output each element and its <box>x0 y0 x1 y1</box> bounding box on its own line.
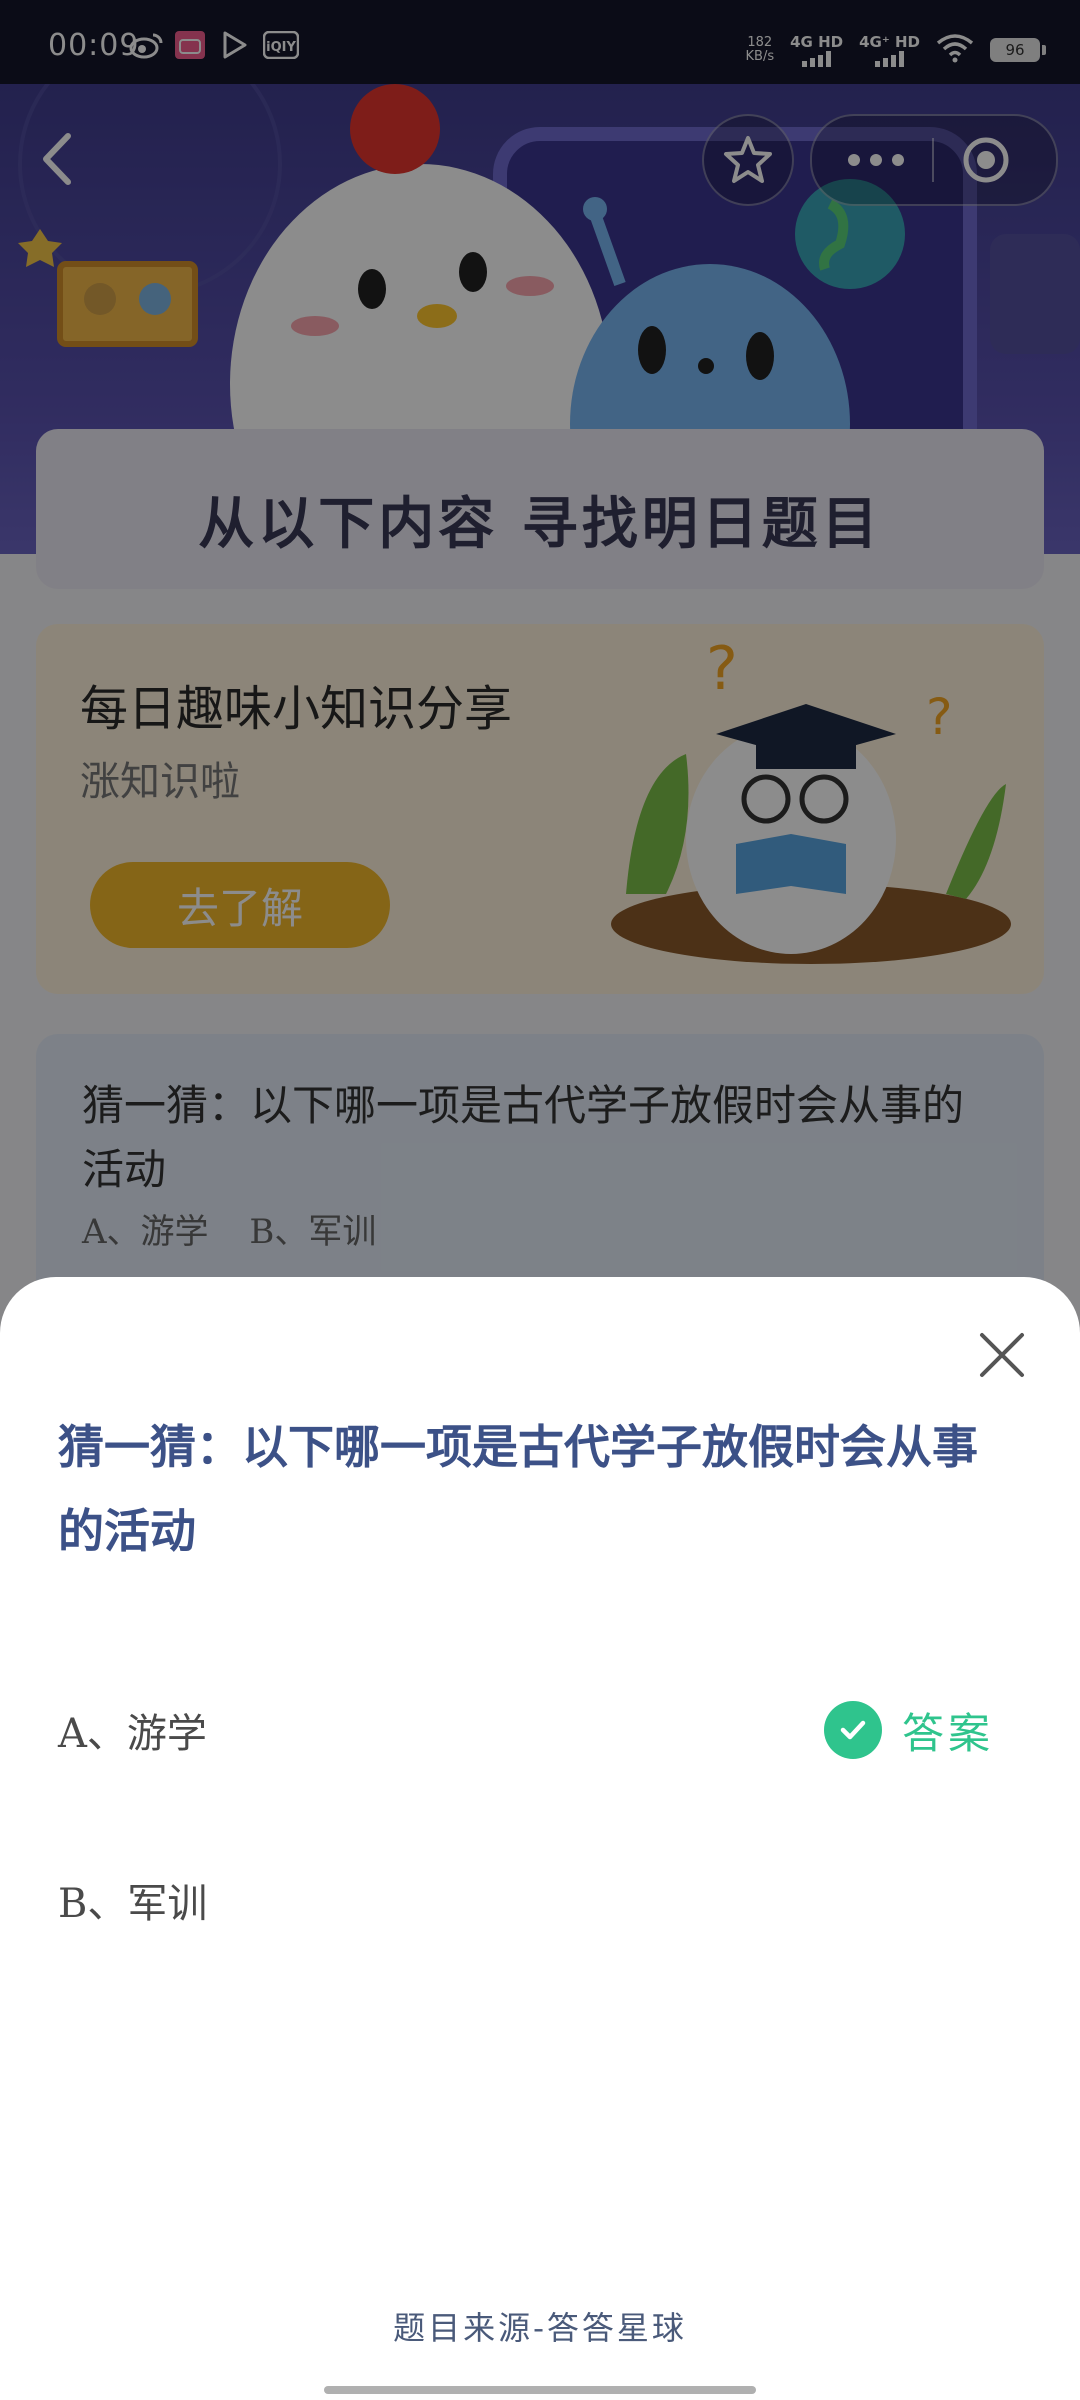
option-label: B、军训 <box>58 1881 208 1927</box>
answer-label: 答案 <box>901 1708 994 1758</box>
option-a[interactable]: A、游学 答案 <box>58 1690 1018 1770</box>
sheet-question: 猜一猜：以下哪一项是古代学子放假时会从事的活动 <box>58 1420 978 1558</box>
answer-sheet: 猜一猜：以下哪一项是古代学子放假时会从事的活动 A、游学 答案 B、军训 题目来… <box>0 1277 1080 2400</box>
option-b[interactable]: B、军训 <box>58 1860 1018 1940</box>
answer-marker: 答案 <box>823 1700 994 1761</box>
home-indicator[interactable] <box>324 2386 756 2394</box>
close-button[interactable] <box>972 1325 1032 1385</box>
option-label: A、游学 <box>58 1711 207 1757</box>
check-icon <box>823 1701 882 1759</box>
question-source: 题目来源-答答星球 <box>393 2309 687 2347</box>
close-icon <box>980 1333 1024 1377</box>
